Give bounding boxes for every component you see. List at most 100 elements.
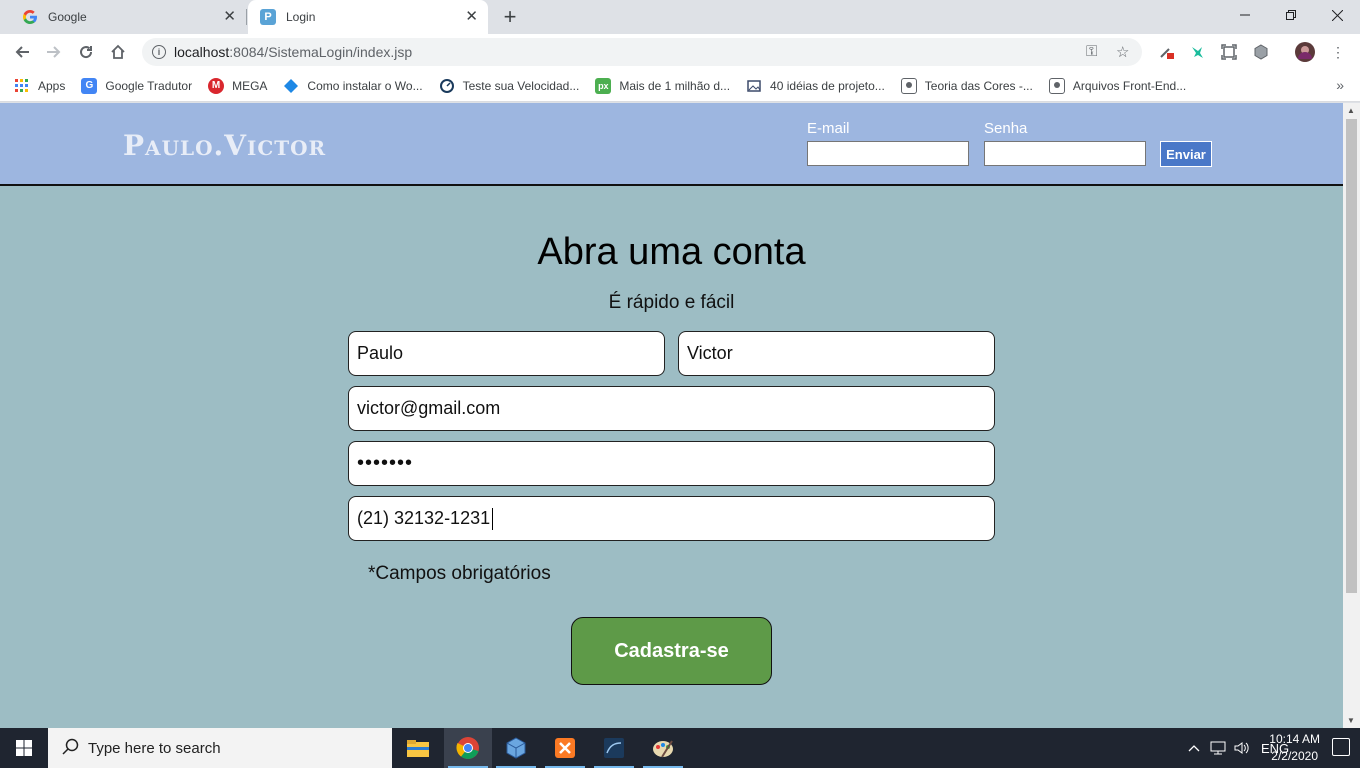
- extension-eyedropper-icon[interactable]: [1156, 42, 1176, 62]
- tab-close-icon[interactable]: ✕: [465, 9, 478, 25]
- bookmark-label: Arquivos Front-End...: [1072, 78, 1187, 93]
- bookmark-teste-velocidade[interactable]: Teste sua Velocidad...: [439, 78, 580, 94]
- bookmark-mais-de-1-milhao[interactable]: px Mais de 1 milhão d...: [595, 77, 731, 94]
- taskbar-search-box[interactable]: Type here to search: [48, 728, 392, 768]
- first-name-field[interactable]: Paulo: [348, 331, 665, 376]
- bookmark-40-ideias[interactable]: 40 idéias de projeto...: [746, 78, 885, 94]
- browser-tabstrip: Google ✕ P Login ✕ +: [0, 0, 1360, 34]
- url-path: :8084/SistemaLogin/index.jsp: [229, 44, 413, 60]
- enviar-button[interactable]: Enviar: [1160, 141, 1212, 167]
- clock-time: 10:14 AM: [1269, 732, 1320, 746]
- page-favicon-icon: P: [260, 9, 276, 25]
- tab-title: Google: [48, 10, 87, 24]
- image-icon: [746, 78, 762, 94]
- profile-avatar[interactable]: [1295, 42, 1315, 62]
- tab-google[interactable]: Google ✕: [8, 0, 247, 34]
- phone-field[interactable]: (21) 32132-1231: [348, 496, 995, 541]
- virtualbox-icon[interactable]: [492, 728, 540, 768]
- bookmark-arquivos-front-end[interactable]: Arquivos Front-End...: [1048, 77, 1187, 94]
- last-name-value: Victor: [687, 343, 733, 363]
- bookmark-label: 40 idéias de projeto...: [770, 78, 885, 93]
- bookmark-como-instalar[interactable]: Como instalar o Wo...: [283, 78, 423, 94]
- header-password-input[interactable]: [984, 141, 1146, 166]
- header-email-input[interactable]: [807, 141, 969, 166]
- key-icon[interactable]: ⚿: [1086, 43, 1097, 60]
- search-placeholder: Type here to search: [88, 739, 221, 757]
- last-name-field[interactable]: Victor: [678, 331, 995, 376]
- bookmark-label: Teoria das Cores -...: [924, 78, 1033, 93]
- google-icon: [22, 9, 38, 25]
- bookmark-mega[interactable]: M MEGA: [208, 77, 268, 94]
- address-bar[interactable]: i localhost:8084/SistemaLogin/index.jsp …: [142, 38, 1142, 66]
- required-fields-note: *Campos obrigatórios: [368, 563, 551, 584]
- px-icon: px: [595, 77, 612, 94]
- extension-capture-icon[interactable]: [1219, 42, 1239, 62]
- tab-login[interactable]: P Login ✕: [248, 0, 488, 34]
- bookmark-teoria-cores[interactable]: Teoria das Cores -...: [900, 77, 1033, 94]
- close-window-icon[interactable]: [1314, 0, 1360, 30]
- paint-icon[interactable]: [639, 728, 687, 768]
- mega-icon: M: [208, 77, 225, 94]
- bookmark-label: Teste sua Velocidad...: [462, 78, 580, 93]
- tab-close-icon[interactable]: ✕: [223, 9, 236, 25]
- restore-icon[interactable]: [1268, 0, 1314, 30]
- site-logo[interactable]: Paulo.Victor: [123, 129, 326, 162]
- scrollbar-thumb[interactable]: [1346, 119, 1357, 593]
- first-name-value: Paulo: [357, 343, 404, 363]
- speedometer-icon: [439, 78, 455, 94]
- bookmark-label: Mais de 1 milhão d...: [619, 78, 731, 93]
- password-value: •••••••: [357, 452, 414, 474]
- home-icon[interactable]: [106, 40, 130, 64]
- bookmarks-bar: Apps G Google Tradutor M MEGA Como insta…: [0, 70, 1360, 102]
- scroll-up-icon[interactable]: ▲: [1347, 106, 1355, 115]
- chevron-double-right-icon[interactable]: »: [1336, 77, 1344, 93]
- forward-arrow-icon[interactable]: [42, 40, 66, 64]
- bookmark-label: MEGA: [232, 78, 268, 93]
- cadastrar-button[interactable]: Cadastra-se: [571, 617, 772, 685]
- bookmark-apps[interactable]: Apps: [14, 78, 65, 94]
- new-tab-icon[interactable]: +: [498, 4, 522, 30]
- volume-icon[interactable]: [1234, 728, 1250, 768]
- page-viewport: Paulo.Victor E-mail Senha Enviar Abra um…: [0, 103, 1343, 728]
- notification-center-icon[interactable]: [1332, 738, 1350, 756]
- bookmark-label: Google Tradutor: [105, 78, 193, 93]
- scroll-down-icon[interactable]: ▼: [1347, 716, 1355, 725]
- file-explorer-icon[interactable]: [394, 728, 442, 768]
- clock-date: 2/2/2020: [1271, 749, 1318, 763]
- site-icon: [1048, 77, 1065, 94]
- minimize-icon[interactable]: [1222, 0, 1268, 30]
- phone-value: (21) 32132-1231: [357, 508, 491, 528]
- mysql-workbench-icon[interactable]: [590, 728, 638, 768]
- back-arrow-icon[interactable]: [10, 40, 34, 64]
- text-caret: [492, 507, 494, 530]
- extension-hummingbird-icon[interactable]: [1187, 42, 1207, 62]
- email-value: victor@gmail.com: [357, 398, 501, 418]
- email-label: E-mail: [807, 120, 850, 137]
- bookmark-label: Apps: [38, 78, 66, 93]
- translate-icon: G: [81, 77, 98, 94]
- diamond-icon: [283, 78, 299, 94]
- menu-dots-icon[interactable]: ⋮: [1328, 42, 1348, 62]
- chrome-icon[interactable]: [444, 728, 492, 768]
- xampp-icon[interactable]: [541, 728, 589, 768]
- email-field[interactable]: victor@gmail.com: [348, 386, 995, 431]
- password-label: Senha: [984, 120, 1028, 137]
- site-icon: [900, 77, 917, 94]
- page-subtitle: É rápido e fácil: [608, 292, 735, 313]
- show-hidden-icons-icon[interactable]: [1188, 728, 1200, 768]
- site-header: Paulo.Victor E-mail Senha Enviar: [0, 103, 1343, 186]
- password-field[interactable]: •••••••: [348, 441, 995, 486]
- browser-toolbar: i localhost:8084/SistemaLogin/index.jsp …: [0, 34, 1360, 70]
- star-icon[interactable]: ☆: [1116, 43, 1129, 61]
- reload-icon[interactable]: [74, 40, 98, 64]
- extension-cube-icon[interactable]: [1251, 42, 1271, 62]
- windows-start-icon[interactable]: [0, 728, 48, 768]
- info-icon[interactable]: i: [152, 45, 166, 59]
- page-title: Abra uma conta: [537, 231, 806, 273]
- bookmark-google-tradutor[interactable]: G Google Tradutor: [81, 77, 193, 94]
- page-scrollbar[interactable]: ▲ ▼: [1343, 103, 1360, 728]
- windows-taskbar: Type here to search ENG 10:14 AM 2/2/202…: [0, 728, 1360, 768]
- apps-grid-icon: [14, 78, 30, 94]
- system-clock[interactable]: 10:14 AM 2/2/2020: [1269, 731, 1320, 765]
- network-icon[interactable]: [1210, 728, 1226, 768]
